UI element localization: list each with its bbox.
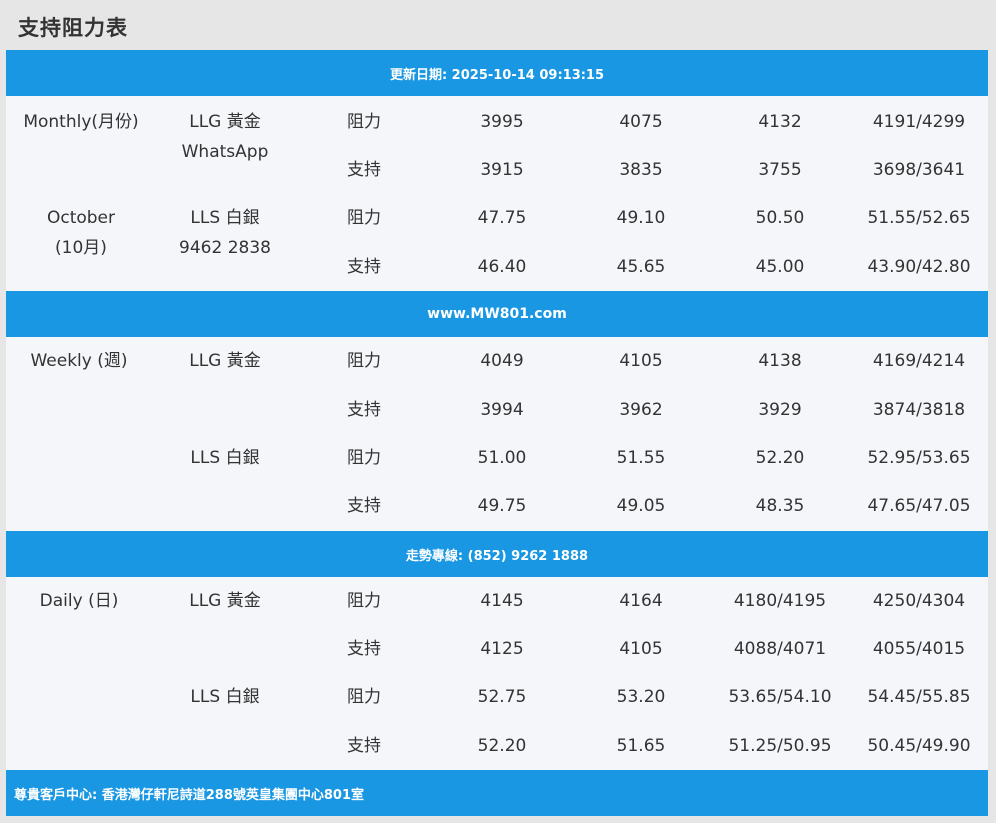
value-cell: 54.45/55.85 [867, 687, 971, 707]
value-cell: 4055/4015 [872, 639, 966, 659]
value-cell: 4125 [480, 639, 524, 659]
value-cell: 3915 [480, 160, 524, 180]
value-cell: 4132 [758, 112, 802, 132]
value-cell: 3929 [758, 400, 802, 420]
value-cell: 3874/3818 [872, 400, 966, 420]
value-cell: 53.65/54.10 [728, 687, 832, 707]
daily-llg-label: LLG 黃金 [189, 591, 261, 611]
page-title: 支持阻力表 [18, 16, 128, 40]
row-type-label: 支持 [347, 257, 381, 277]
row-type-label: 阻力 [347, 448, 381, 468]
monthly-period-label: Monthly(月份) [23, 112, 139, 132]
row-type-label: 阻力 [347, 112, 381, 132]
value-cell: 48.35 [755, 496, 805, 516]
update-date-band: 更新日期: 2025-10-14 09:13:15 [6, 50, 988, 96]
monthly-lls-label: LLS 白銀 [190, 208, 260, 228]
value-cell: 49.75 [477, 496, 527, 516]
address-band: 尊貴客戶中心: 香港灣仔軒尼詩道288號英皇集團中心801室 [6, 770, 988, 816]
monthly-llg-label: LLG 黃金 [189, 112, 261, 132]
value-cell: 3995 [480, 112, 524, 132]
value-cell: 4169/4214 [872, 351, 966, 371]
value-cell: 4049 [480, 351, 524, 371]
value-cell: 3755 [758, 160, 802, 180]
value-cell: 46.40 [477, 257, 527, 277]
value-cell: 3835 [619, 160, 663, 180]
value-cell: 4180/4195 [733, 591, 827, 611]
row-type-label: 支持 [347, 160, 381, 180]
value-cell: 3698/3641 [872, 160, 966, 180]
row-type-label: 支持 [347, 639, 381, 659]
monthly-whatsapp-number: 9462 2838 [179, 238, 271, 258]
row-type-label: 阻力 [347, 351, 381, 371]
support-resistance-table: 更新日期: 2025-10-14 09:13:15 Monthly(月份) Oc… [6, 50, 988, 816]
value-cell: 3962 [619, 400, 663, 420]
value-cell: 4138 [758, 351, 802, 371]
value-cell: 51.00 [477, 448, 527, 468]
row-type-label: 阻力 [347, 687, 381, 707]
value-cell: 53.20 [616, 687, 666, 707]
value-cell: 47.65/47.05 [867, 496, 971, 516]
value-cell: 51.65 [616, 736, 666, 756]
value-cell: 4105 [619, 351, 663, 371]
value-cell: 51.55 [616, 448, 666, 468]
value-cell: 45.65 [616, 257, 666, 277]
row-type-label: 支持 [347, 400, 381, 420]
value-cell: 4075 [619, 112, 663, 132]
daily-lls-label: LLS 白銀 [190, 687, 260, 707]
value-cell: 4088/4071 [733, 639, 827, 659]
value-cell: 4145 [480, 591, 524, 611]
row-type-label: 支持 [347, 736, 381, 756]
hotline-band: 走勢專線: (852) 9262 1888 [6, 531, 988, 577]
daily-period-label: Daily (日) [39, 591, 119, 611]
monthly-month-cn-label: (10月) [55, 238, 107, 258]
value-cell: 51.55/52.65 [867, 208, 971, 228]
value-cell: 3994 [480, 400, 524, 420]
value-cell: 4191/4299 [872, 112, 966, 132]
value-cell: 51.25/50.95 [728, 736, 832, 756]
row-type-label: 阻力 [347, 591, 381, 611]
value-cell: 50.45/49.90 [867, 736, 971, 756]
value-cell: 49.10 [616, 208, 666, 228]
value-cell: 4250/4304 [872, 591, 966, 611]
value-cell: 52.75 [477, 687, 527, 707]
weekly-llg-label: LLG 黃金 [189, 351, 261, 371]
value-cell: 47.75 [477, 208, 527, 228]
weekly-lls-label: LLS 白銀 [190, 448, 260, 468]
value-cell: 52.20 [477, 736, 527, 756]
weekly-period-label: Weekly (週) [30, 351, 128, 371]
value-cell: 45.00 [755, 257, 805, 277]
monthly-whatsapp-label: WhatsApp [181, 142, 269, 162]
value-cell: 4164 [619, 591, 663, 611]
row-type-label: 支持 [347, 496, 381, 516]
value-cell: 52.95/53.65 [867, 448, 971, 468]
value-cell: 49.05 [616, 496, 666, 516]
value-cell: 52.20 [755, 448, 805, 468]
value-cell: 43.90/42.80 [867, 257, 971, 277]
value-cell: 50.50 [755, 208, 805, 228]
row-type-label: 阻力 [347, 208, 381, 228]
monthly-month-label: October [46, 208, 116, 228]
value-cell: 4105 [619, 639, 663, 659]
website-band: www.MW801.com [6, 291, 988, 337]
